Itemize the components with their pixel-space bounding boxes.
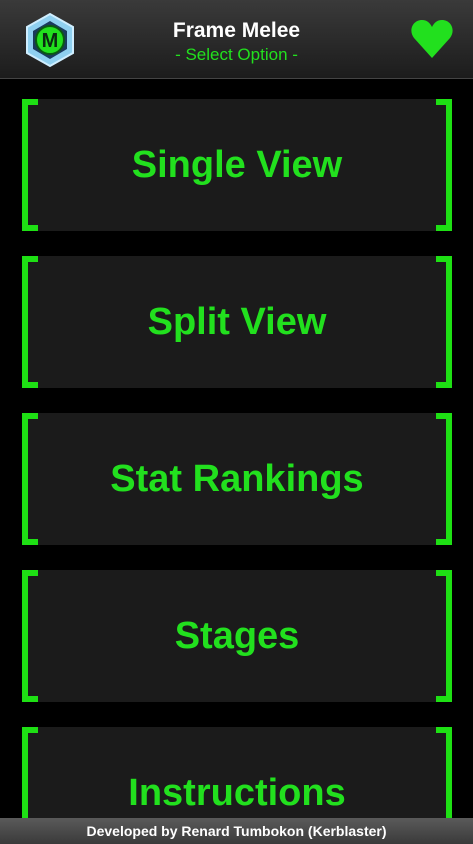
- main-menu: Single View Split View Stat Rankings Sta…: [0, 78, 473, 818]
- app-title: Frame Melee: [172, 19, 301, 42]
- title-block: Frame Melee - Select Option -: [0, 18, 473, 65]
- menu-item-label: Split View: [147, 301, 327, 343]
- heart-icon[interactable]: [410, 18, 454, 60]
- menu-item-label: Stages: [174, 615, 300, 657]
- stages-button[interactable]: Stages: [22, 570, 452, 702]
- stat-rankings-button[interactable]: Stat Rankings: [22, 413, 452, 545]
- developer-credit-footer: Developed by Renard Tumbokon (Kerblaster…: [0, 818, 473, 844]
- menu-item-label: Instructions: [128, 772, 346, 814]
- split-view-button[interactable]: Split View: [22, 256, 452, 388]
- menu-item-label: Stat Rankings: [110, 458, 364, 500]
- menu-item-label: Single View: [131, 144, 343, 186]
- single-view-button[interactable]: Single View: [22, 99, 452, 231]
- app-subtitle: - Select Option -: [175, 45, 298, 64]
- app-screen: M Frame Melee - Select Option - Single V…: [0, 0, 473, 844]
- instructions-button[interactable]: Instructions: [22, 727, 452, 818]
- app-header: M Frame Melee - Select Option -: [0, 0, 473, 79]
